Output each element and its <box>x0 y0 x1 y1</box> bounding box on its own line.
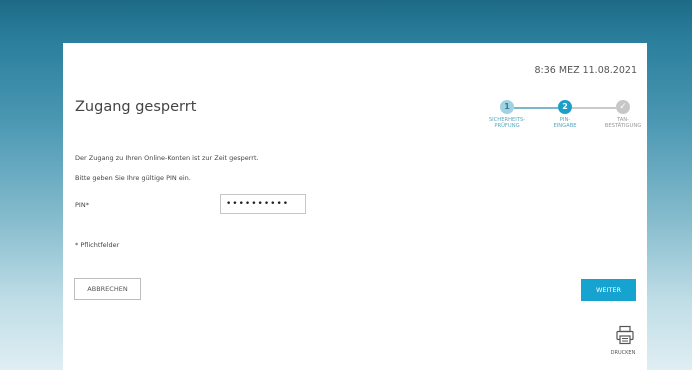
step-2-label: PIN- EINGABE <box>545 117 585 129</box>
cancel-button[interactable]: ABBRECHEN <box>74 278 141 300</box>
locked-message: Der Zugang zu Ihren Online-Konten ist zu… <box>75 154 259 162</box>
step-3-label: TAN- BESTÄTIGUNG <box>603 117 643 129</box>
pin-label: PIN* <box>75 201 89 209</box>
step-connector-2 <box>572 107 616 109</box>
step-3-label-line2: BESTÄTIGUNG <box>604 123 642 129</box>
step-connector-1 <box>514 107 558 109</box>
pin-input[interactable] <box>220 194 306 214</box>
next-button[interactable]: WEITER <box>581 279 636 301</box>
required-fields-note: * Pflichtfelder <box>75 241 120 249</box>
step-2-label-line2: EINGABE <box>553 123 577 129</box>
progress-steps: 1 2 ✓ SICHERHEITS- PRÜFUNG PIN- EINGABE … <box>489 100 650 140</box>
page-title: Zugang gesperrt <box>75 99 197 115</box>
step-1-label: SICHERHEITS- PRÜFUNG <box>487 117 527 129</box>
print-label: DRUCKEN <box>610 350 636 356</box>
step-1-label-line2: PRÜFUNG <box>494 123 520 129</box>
step-2-circle: 2 <box>558 100 572 114</box>
step-1-circle: 1 <box>500 100 514 114</box>
datetime: 8:36 MEZ 11.08.2021 <box>534 65 637 76</box>
step-3-check-icon: ✓ <box>616 100 630 114</box>
instruction-message: Bitte geben Sie Ihre gültige PIN ein. <box>75 174 191 182</box>
login-panel: 8:36 MEZ 11.08.2021 Zugang gesperrt 1 2 … <box>63 43 647 370</box>
printer-icon <box>616 325 634 345</box>
print-button[interactable]: DRUCKEN <box>609 325 635 365</box>
